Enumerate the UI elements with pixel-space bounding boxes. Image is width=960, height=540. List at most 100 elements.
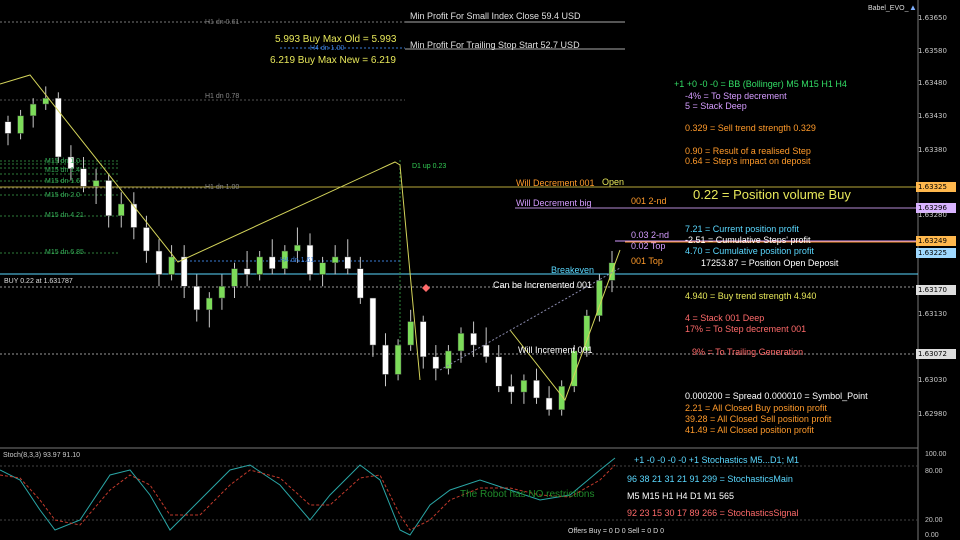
note-002-top: 0.02 Top	[631, 241, 666, 251]
position-volume: 0.22 = Position volume Buy	[693, 187, 851, 202]
realised-step: 0.90 = Result of a realised Step	[685, 146, 811, 156]
note-will-increment: Will Increment 001	[518, 345, 593, 355]
buy-max-new: 6.219 Buy Max New = 6.219	[270, 55, 396, 66]
note-will-decrement-big: Will Decrement big	[516, 198, 592, 208]
min-profit-small: Min Profit For Small Index Close 59.4 US…	[410, 11, 581, 21]
level-label-d1-up-023: D1 up 0.23	[412, 163, 447, 170]
bear-candle	[533, 380, 540, 399]
buy-line-label: BUY 0.22 at 1.631787	[4, 278, 73, 285]
stoch-title: Stoch(8,3,3) 93.97 91.10	[3, 452, 81, 459]
note-003-2nd: 0.03 2-nd	[631, 230, 670, 240]
bull-candle	[256, 256, 263, 275]
min-profit-trailing: Min Profit For Trailing Stop Start 52.7 …	[410, 40, 580, 50]
price-tick: 1.63650	[918, 14, 947, 22]
price-tick: 1.63580	[918, 47, 947, 55]
open-deposit: 17253.87 = Position Open Deposit	[701, 258, 839, 268]
bear-candle	[420, 321, 427, 358]
buy-trend: 4.940 = Buy trend strength 4.940	[685, 291, 817, 301]
level-label-m15-dn-1b: M15 dn 1.4	[45, 167, 81, 174]
price-tick: 1.63480	[918, 79, 947, 87]
spread: 0.000200 = Spread 0.000010 = Symbol_Poin…	[685, 391, 868, 401]
price-tick: 1.63380	[918, 146, 947, 154]
bull-candle	[92, 180, 100, 187]
price-marker: 1.63225	[916, 248, 956, 258]
bull-candle	[294, 244, 301, 252]
bull-candle	[331, 256, 339, 264]
price-tick: 1.63030	[918, 376, 947, 384]
step-impact: 0.64 = Step's impact on deposit	[685, 156, 811, 166]
cumulative-steps: -2.51 = Cumulative Steps' profit	[685, 235, 811, 245]
bull-candle	[407, 321, 414, 346]
level-label-m15-dn-421: M15 dn 4.21	[45, 212, 84, 219]
price-marker: 1.63072	[916, 349, 956, 359]
stoch-tf-row: M5 M15 H1 H4 D1 M1 565	[627, 491, 735, 501]
level-label-h1-dn-078: H1 dn 0.78	[205, 93, 240, 100]
to-step-decrement: -4% = To Step decrement	[685, 91, 787, 101]
level-label-h4-dn-161: H4 dn 1.61	[280, 257, 315, 264]
bear-candle	[193, 286, 200, 311]
stoch-axis-80: 80.00	[925, 468, 943, 475]
bear-candle	[508, 385, 515, 393]
to-step-decrement-001: 17% = To Step decrement 001	[685, 324, 807, 334]
current-profit: 7.21 = Current position profit	[685, 224, 799, 234]
price-tick: 1.62980	[918, 410, 947, 418]
price-tick: 1.63430	[918, 112, 947, 120]
bull-candle	[206, 297, 213, 311]
bear-candle	[357, 268, 364, 299]
bear-candle	[80, 168, 87, 187]
buy-max-old: 5.993 Buy Max Old = 5.993	[275, 34, 397, 45]
stoch-signal-values: 92 23 15 30 17 89 266 = StochasticsSigna…	[627, 508, 799, 518]
bear-candle	[432, 356, 440, 369]
bull-candle	[168, 256, 175, 275]
sell-trend: 0.329 = Sell trend strength 0.329	[685, 123, 816, 133]
level-label-h4-dn-100: H4 dn 1.00	[310, 45, 345, 52]
bear-candle	[243, 268, 251, 275]
bear-candle	[470, 333, 477, 346]
bear-candle	[130, 203, 138, 228]
note-will-decrement-001: Will Decrement 001	[516, 178, 595, 188]
bear-candle	[344, 256, 351, 269]
note-can-be-incremented: Can be Incremented 001	[493, 280, 593, 290]
offers-line: Offers Buy = 0 D 0 Sell = 0 D 0	[568, 528, 664, 535]
note-001-top: 001 Top	[631, 256, 663, 266]
bull-candle	[520, 380, 528, 393]
level-label-m15-dn-685: M15 dn 6.85	[45, 249, 84, 256]
price-marker: 1.63249	[916, 236, 956, 246]
trailing-generation: 9% = To Trailing Generation	[692, 347, 804, 357]
stoch-axis-0: 0.00	[925, 532, 939, 539]
bear-candle	[4, 121, 12, 134]
cumulative-position: 4.70 = Cumulative position profit	[685, 246, 814, 256]
bear-candle	[382, 344, 389, 375]
symbol-badge: Babel_EVO_	[868, 5, 909, 12]
bull-candle	[29, 103, 37, 117]
closed-all: 41.49 = All Closed position profit	[685, 425, 814, 435]
bull-candle	[445, 350, 452, 369]
bear-candle	[269, 256, 276, 269]
note-breakeven: Breakeven	[551, 265, 595, 275]
level-label-h1-dn-061: H1 dn 0.61	[205, 19, 240, 26]
stoch-axis-20: 20.00	[925, 517, 943, 524]
bull-candle	[42, 97, 49, 105]
bear-candle	[55, 97, 62, 158]
bb-line: +1 +0 -0 -0 = BB (Bollinger) M5 M15 H1 H…	[674, 79, 847, 89]
bear-candle	[482, 344, 490, 358]
candles	[4, 86, 616, 416]
bull-candle	[17, 115, 24, 134]
bear-candle	[143, 227, 150, 252]
bull-candle	[231, 268, 238, 287]
price-tick: 1.63280	[918, 211, 947, 219]
price-marker: 1.63325	[916, 182, 956, 192]
price-marker: 1.63170	[916, 285, 956, 295]
bull-candle	[118, 203, 125, 216]
note-open: Open	[602, 177, 625, 187]
signal-marker	[422, 284, 430, 292]
bull-candle	[319, 262, 326, 275]
note-001-2nd: 001 2-nd	[631, 196, 667, 206]
stack-deep: 5 = Stack Deep	[685, 101, 747, 111]
level-label-m15-dn-16: M15 dn 1.6	[45, 178, 81, 185]
bull-candle	[394, 344, 402, 375]
bear-candle	[495, 356, 502, 387]
stochastic-lines	[0, 457, 918, 536]
closed-sell: 39.28 = All Closed Sell position profit	[685, 414, 832, 424]
price-tick: 1.63130	[918, 310, 947, 318]
